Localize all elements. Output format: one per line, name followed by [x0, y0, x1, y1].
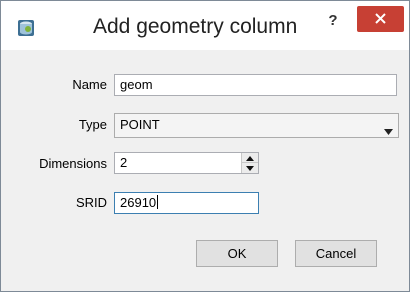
arrow-down-icon: [246, 166, 254, 171]
dimensions-label: Dimensions: [39, 156, 107, 171]
name-label: Name: [72, 77, 107, 92]
type-select[interactable]: POINT: [114, 113, 399, 138]
spin-down-button[interactable]: [242, 163, 258, 173]
dialog-body: Name geom Type POINT Dimensions 2 SRID 2…: [1, 50, 409, 291]
dimensions-value: 2: [120, 155, 128, 170]
arrow-up-icon: [246, 156, 254, 161]
srid-input[interactable]: 26910: [114, 192, 259, 214]
type-select-value: POINT: [120, 117, 160, 132]
srid-label: SRID: [75, 195, 107, 210]
spin-buttons: [241, 153, 258, 173]
name-input[interactable]: geom: [114, 74, 397, 96]
type-label: Type: [78, 117, 107, 132]
ok-button[interactable]: OK: [196, 240, 278, 267]
dialog-title: Add geometry column: [93, 15, 298, 38]
title-bar: Add geometry column ?: [1, 1, 409, 50]
add-geometry-column-dialog: Add geometry column ? Name geom Type POI…: [0, 0, 410, 292]
dimensions-spinbox[interactable]: 2: [114, 152, 259, 174]
help-button[interactable]: ?: [324, 11, 342, 31]
database-icon: [17, 19, 35, 37]
chevron-down-icon: [384, 123, 393, 138]
srid-value: 26910: [120, 195, 157, 210]
close-button[interactable]: [357, 6, 404, 32]
close-icon: [375, 13, 386, 24]
spin-up-button[interactable]: [242, 153, 258, 163]
text-caret: [157, 195, 159, 209]
cancel-button[interactable]: Cancel: [295, 240, 377, 267]
